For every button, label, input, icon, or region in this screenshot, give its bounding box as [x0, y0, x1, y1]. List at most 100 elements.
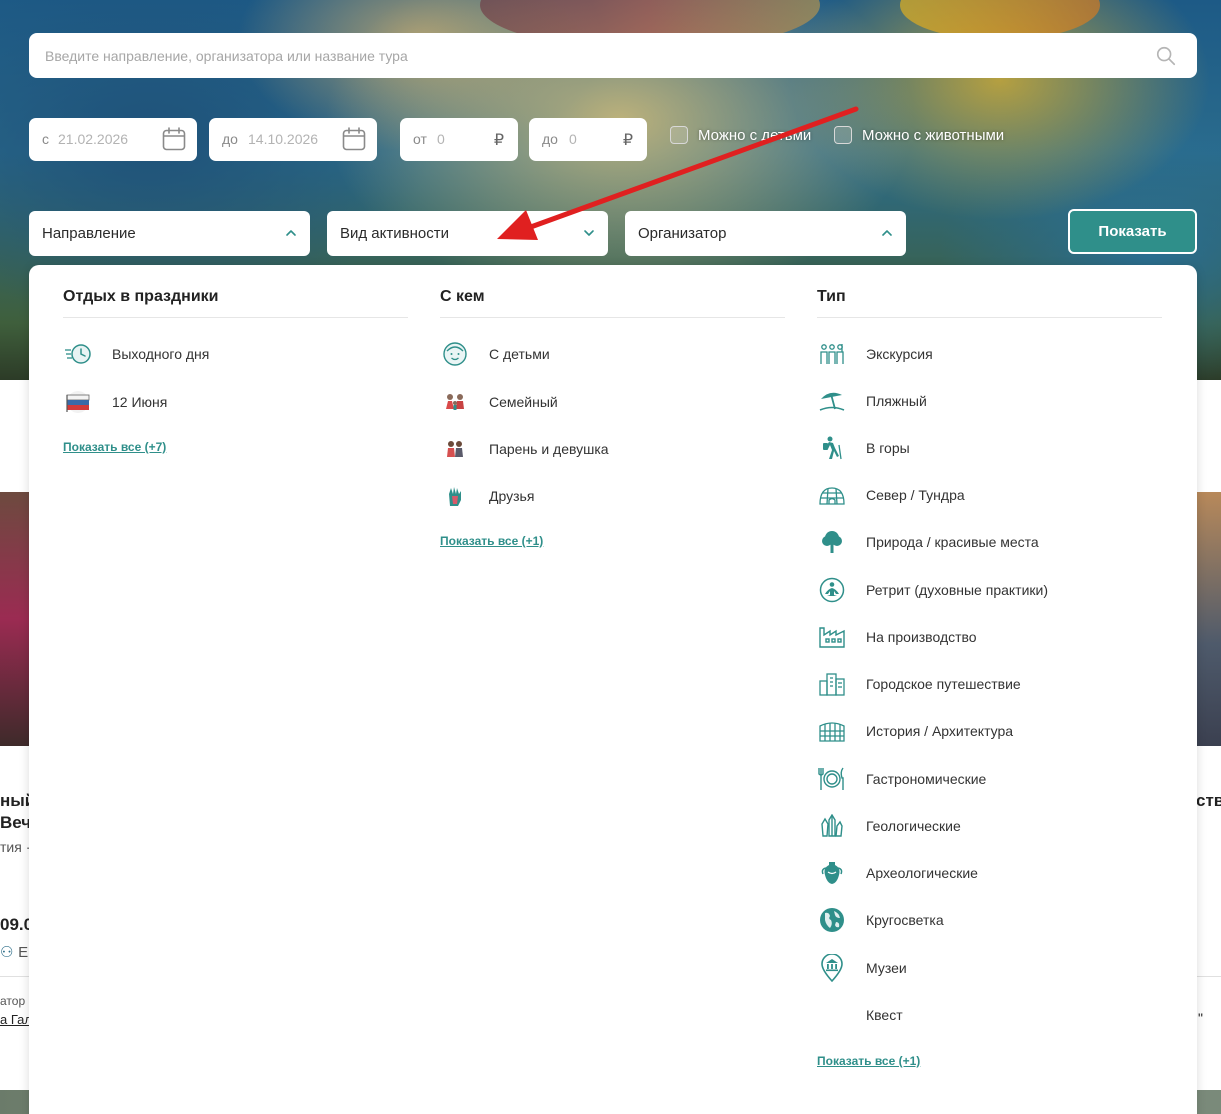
- option-retreat[interactable]: Ретрит (духовные практики): [817, 575, 1048, 605]
- option-label: Север / Тундра: [866, 487, 965, 503]
- tour-card-link-fragment[interactable]: ": [1198, 1010, 1203, 1026]
- option-nature[interactable]: Природа / красивые места: [817, 527, 1039, 557]
- show-button[interactable]: Показать: [1068, 209, 1197, 254]
- option-factory[interactable]: На производство: [817, 622, 977, 652]
- show-all-types-link[interactable]: Показать все (+1): [817, 1054, 920, 1068]
- option-label: Ретрит (духовные практики): [866, 582, 1049, 598]
- type-heading: Тип: [817, 288, 846, 305]
- option-label: Пляжный: [866, 393, 927, 409]
- divider: [817, 317, 1162, 318]
- option-round-the-world[interactable]: Кругосветка: [817, 905, 944, 935]
- show-all-with-whom-link[interactable]: Показать все (+1): [440, 534, 543, 548]
- divider: [0, 976, 29, 977]
- calendar-icon[interactable]: [161, 126, 187, 152]
- option-label: Гастрономические: [866, 771, 987, 787]
- chevron-up-icon: [286, 230, 296, 236]
- divider: [440, 317, 785, 318]
- excursion-icon: [817, 339, 847, 369]
- clock-speed-icon: [63, 339, 93, 369]
- date-from-prefix: с: [42, 131, 49, 147]
- tour-card-people-fragment: ⚇ Е: [0, 943, 28, 961]
- organizer-select-label: Организатор: [638, 225, 727, 242]
- couple-icon: [440, 434, 470, 464]
- tour-card-image-left[interactable]: [0, 492, 29, 746]
- factory-icon: [817, 622, 847, 652]
- direction-select[interactable]: Направление: [29, 211, 310, 256]
- price-from-prefix: от: [413, 131, 427, 147]
- search-input[interactable]: [45, 33, 1145, 78]
- organizer-select[interactable]: Организатор: [625, 211, 906, 256]
- option-north-tundra[interactable]: Север / Тундра: [817, 480, 965, 510]
- divider: [1196, 976, 1221, 977]
- option-with-kids[interactable]: С детьми: [440, 339, 550, 369]
- with-whom-heading: С кем: [440, 288, 485, 305]
- price-from-value: 0: [437, 131, 445, 147]
- globe-icon: [817, 905, 847, 935]
- russia-flag-icon: [63, 387, 93, 417]
- tour-card-organizer-label: атор: [0, 994, 26, 1008]
- ruble-icon: ₽: [493, 132, 504, 149]
- tour-card-subtitle-fragment: тия ·: [0, 839, 31, 855]
- beach-umbrella-icon: [817, 386, 847, 416]
- option-beach[interactable]: Пляжный: [817, 386, 927, 416]
- option-couple[interactable]: Парень и девушка: [440, 434, 609, 464]
- date-to-field[interactable]: до 14.10.2026: [209, 118, 377, 161]
- option-label: В горы: [866, 440, 910, 456]
- meditation-icon: [817, 575, 847, 605]
- with-kids-label: Можно с детьми: [698, 126, 812, 144]
- option-label: Музеи: [866, 960, 907, 976]
- option-weekend[interactable]: Выходного дня: [63, 339, 209, 369]
- ruble-icon: ₽: [622, 132, 633, 149]
- option-friends[interactable]: Друзья: [440, 481, 534, 511]
- tour-card-title-fragment: ств: [1196, 791, 1221, 810]
- checkbox-box[interactable]: [834, 126, 852, 144]
- with-pets-checkbox[interactable]: Можно с животными: [834, 125, 1004, 145]
- tour-card-organizer-link[interactable]: а Гал: [0, 1012, 32, 1027]
- child-face-icon: [440, 339, 470, 369]
- price-to-field[interactable]: до 0 ₽: [529, 118, 647, 161]
- price-from-field[interactable]: от 0 ₽: [400, 118, 518, 161]
- option-family[interactable]: Семейный: [440, 387, 558, 417]
- city-buildings-icon: [817, 669, 847, 699]
- option-mountains[interactable]: В горы: [817, 433, 910, 463]
- quest-icon: [817, 1000, 847, 1030]
- option-quest[interactable]: Квест: [817, 1000, 903, 1030]
- holidays-heading: Отдых в праздники: [63, 288, 219, 305]
- option-label: Квест: [866, 1007, 903, 1023]
- calendar-icon[interactable]: [341, 126, 367, 152]
- option-excursion[interactable]: Экскурсия: [817, 339, 933, 369]
- price-to-value: 0: [569, 131, 577, 147]
- igloo-icon: [817, 480, 847, 510]
- colosseum-icon: [817, 716, 847, 746]
- direction-select-label: Направление: [42, 225, 136, 242]
- option-label: Кругосветка: [866, 912, 944, 928]
- option-gastronomy[interactable]: Гастрономические: [817, 764, 986, 794]
- plate-cutlery-icon: [817, 764, 847, 794]
- date-to-value: 14.10.2026: [248, 131, 319, 147]
- option-label: Природа / красивые места: [866, 534, 1039, 550]
- option-history-architecture[interactable]: История / Архитектура: [817, 716, 1013, 746]
- people-icon: ⚇: [0, 944, 14, 961]
- tree-icon: [817, 527, 847, 557]
- date-from-field[interactable]: с 21.02.2026: [29, 118, 197, 161]
- option-label: С детьми: [489, 346, 550, 362]
- search-icon[interactable]: [1155, 45, 1177, 67]
- show-all-holidays-link[interactable]: Показать все (+7): [63, 440, 166, 454]
- option-june-12[interactable]: 12 Июня: [63, 387, 167, 417]
- crystals-icon: [817, 811, 847, 841]
- activity-select[interactable]: Вид активности: [327, 211, 608, 256]
- option-geology[interactable]: Геологические: [817, 811, 961, 841]
- option-label: Геологические: [866, 818, 961, 834]
- chevron-up-icon: [882, 230, 892, 236]
- with-kids-checkbox[interactable]: Можно с детьми: [670, 125, 811, 145]
- checkbox-box[interactable]: [670, 126, 688, 144]
- activity-dropdown-panel: Отдых в праздники Выходного дня 12 Июня …: [29, 265, 1197, 1114]
- option-museums[interactable]: Музеи: [817, 953, 907, 983]
- option-archaeology[interactable]: Археологические: [817, 858, 978, 888]
- tour-card-people-text: Е: [18, 944, 29, 961]
- tour-card-image-right[interactable]: [1196, 492, 1221, 746]
- option-label: Экскурсия: [866, 346, 933, 362]
- option-city[interactable]: Городское путешествие: [817, 669, 1021, 699]
- option-label: Семейный: [489, 394, 558, 410]
- price-to-prefix: до: [542, 131, 558, 147]
